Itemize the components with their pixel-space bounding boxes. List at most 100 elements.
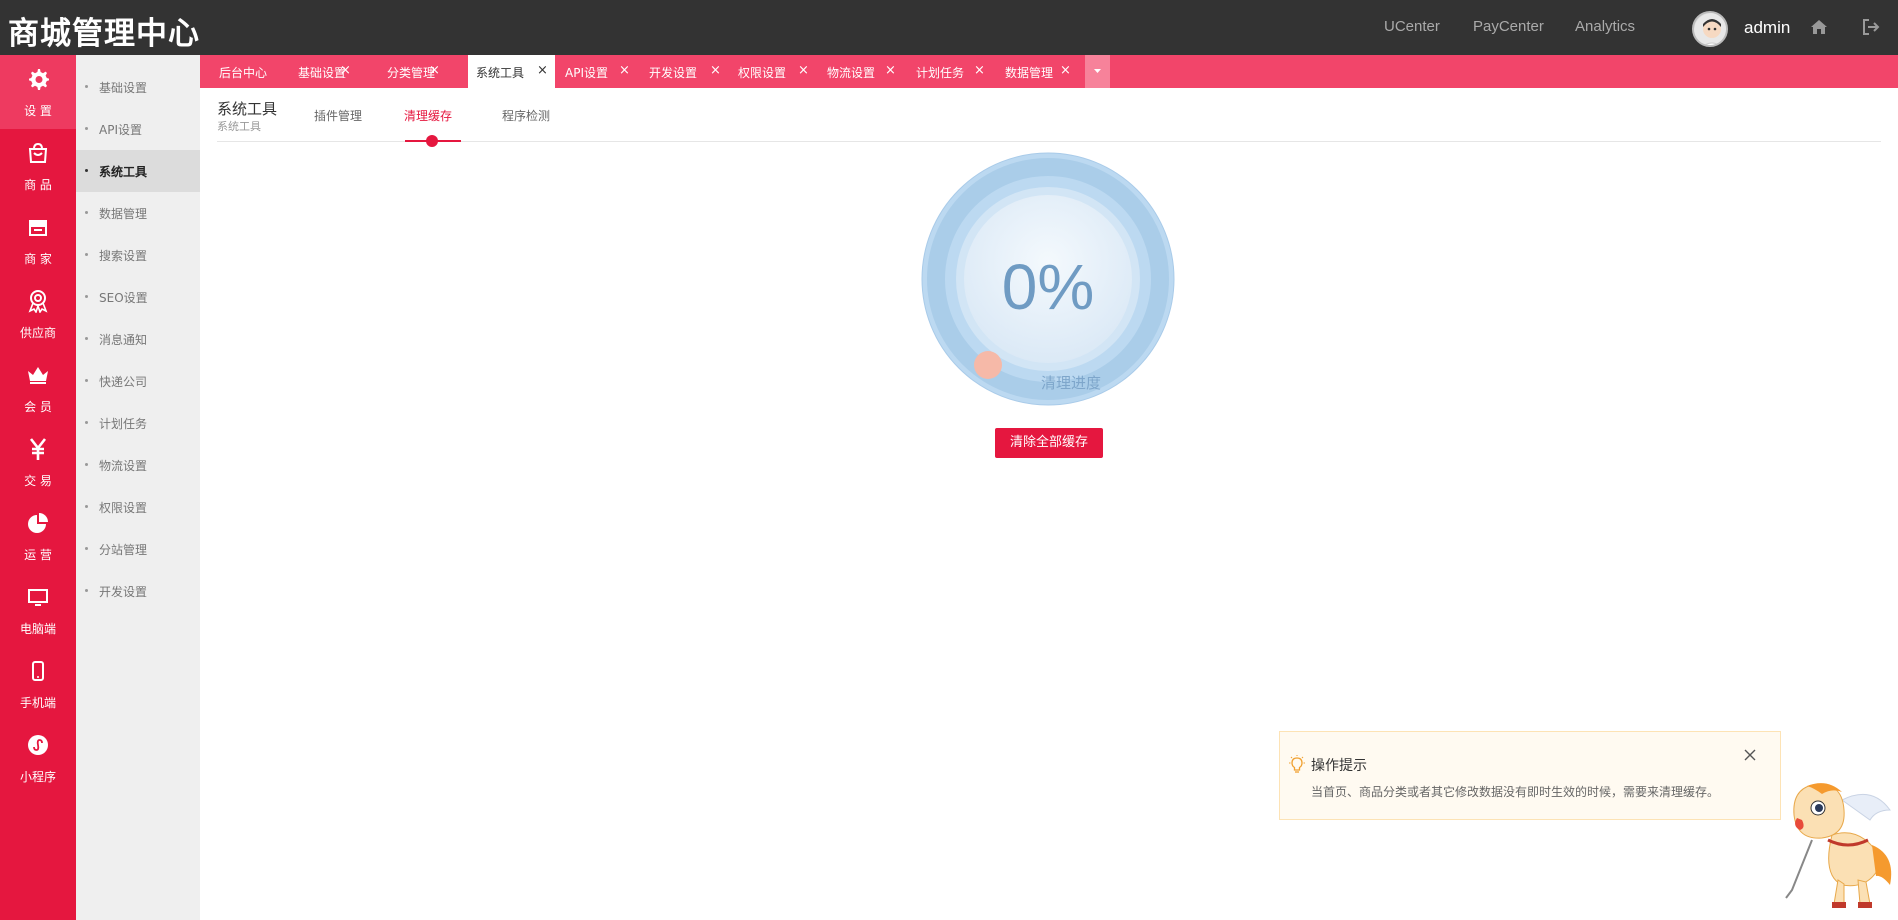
subnav-label: 系统工具	[99, 165, 148, 179]
tab-overflow-button[interactable]	[1085, 55, 1110, 88]
subtab-clear-cache[interactable]: 清理缓存	[404, 107, 452, 124]
caret-down-icon	[1094, 69, 1101, 73]
subnav-item-seo[interactable]: SEO设置	[76, 276, 200, 318]
tab-basic-settings[interactable]: 基础设置 ×	[266, 55, 355, 88]
gauge-percent: 0%	[1001, 251, 1095, 323]
tab-label: 基础设置	[298, 66, 347, 80]
tab-developer[interactable]: 开发设置 ×	[643, 55, 732, 88]
nav-item-members[interactable]: 会 员	[0, 351, 76, 425]
subnav-label: 基础设置	[99, 81, 148, 95]
bullet	[85, 295, 88, 298]
subtab-plugins[interactable]: 插件管理	[314, 107, 362, 124]
yen-icon	[29, 438, 47, 460]
logout-icon[interactable]	[1860, 16, 1882, 38]
nav-item-goods[interactable]: 商 品	[0, 129, 76, 203]
secondary-sidebar: 基础设置 API设置 系统工具 数据管理 搜索设置 SEO设置 消息通知 快递公…	[76, 55, 200, 920]
tab-api-settings[interactable]: API设置 ×	[555, 55, 643, 88]
nav-label: 小程序	[19, 770, 56, 784]
pie-icon	[28, 513, 48, 533]
top-bar: 商城管理中心 UCenter PayCenter Analytics admin	[0, 0, 1898, 55]
gear-icon	[29, 69, 49, 90]
tab-label: API设置	[565, 66, 608, 80]
subnav-item-notifications[interactable]: 消息通知	[76, 318, 200, 360]
subnav-label: SEO设置	[99, 291, 148, 305]
subnav-item-couriers[interactable]: 快递公司	[76, 360, 200, 402]
subnav-item-basic[interactable]: 基础设置	[76, 66, 200, 108]
subnav-item-data[interactable]: 数据管理	[76, 192, 200, 234]
tip-text: 当首页、商品分类或者其它修改数据没有即时生效的时候，需要来清理缓存。	[1311, 785, 1720, 799]
subnav-item-api[interactable]: API设置	[76, 108, 200, 150]
badge-icon	[28, 290, 48, 313]
gauge-label: 清理进度	[1040, 374, 1101, 392]
nav-item-mobile[interactable]: 手机端	[0, 647, 76, 721]
tab-system-tools[interactable]: 系统工具 ×	[468, 55, 555, 88]
close-icon[interactable]: ×	[710, 63, 721, 78]
clear-all-cache-button[interactable]: 清除全部缓存	[995, 428, 1103, 458]
subnav-item-developer[interactable]: 开发设置	[76, 570, 200, 612]
close-icon[interactable]: ×	[340, 63, 351, 78]
close-icon[interactable]: ×	[537, 63, 548, 78]
subnav-label: 分站管理	[99, 543, 148, 557]
link-analytics[interactable]: Analytics	[1575, 18, 1635, 35]
subnav-item-permissions[interactable]: 权限设置	[76, 486, 200, 528]
nav-item-operations[interactable]: 运 营	[0, 499, 76, 573]
close-icon[interactable]: ×	[885, 63, 896, 78]
close-icon[interactable]: ×	[1060, 63, 1071, 78]
nav-item-merchants[interactable]: 商 家	[0, 203, 76, 277]
tip-title: 操作提示	[1311, 758, 1367, 774]
bullet	[85, 253, 88, 256]
nav-item-pc[interactable]: 电脑端	[0, 573, 76, 647]
link-ucenter[interactable]: UCenter	[1384, 18, 1440, 35]
close-icon[interactable]: ×	[429, 63, 440, 78]
tab-label: 数据管理	[1005, 66, 1054, 80]
close-icon[interactable]: ×	[798, 63, 809, 78]
close-icon[interactable]	[1742, 747, 1758, 763]
bullet	[85, 379, 88, 382]
nav-label: 商 品	[24, 178, 52, 192]
crown-icon	[28, 367, 48, 384]
nav-label: 商 家	[24, 252, 52, 266]
subnav-item-scheduled-tasks[interactable]: 计划任务	[76, 402, 200, 444]
tab-permissions[interactable]: 权限设置 ×	[732, 55, 821, 88]
tab-category[interactable]: 分类管理 ×	[355, 55, 443, 88]
mascot-horse-illustration	[1785, 783, 1892, 908]
lightbulb-icon	[1289, 755, 1305, 773]
subtab-program-check[interactable]: 程序检测	[502, 107, 550, 124]
home-icon[interactable]	[1808, 16, 1830, 38]
nav-label: 电脑端	[19, 622, 56, 636]
subnav-item-search[interactable]: 搜索设置	[76, 234, 200, 276]
mini-program-icon	[28, 735, 48, 755]
monitor-icon	[28, 589, 48, 606]
bullet	[85, 337, 88, 340]
subnav-label: API设置	[99, 123, 142, 137]
tab-label: 物流设置	[827, 66, 876, 80]
tab-dashboard[interactable]: 后台中心	[200, 55, 268, 88]
nav-label: 手机端	[19, 696, 56, 710]
nav-item-settings[interactable]: 设 置	[0, 55, 76, 129]
bullet	[85, 463, 88, 466]
username[interactable]: admin	[1744, 18, 1790, 38]
tab-label: 后台中心	[219, 66, 268, 80]
bullet	[85, 505, 88, 508]
nav-item-mini-program[interactable]: 小程序	[0, 721, 76, 795]
subnav-item-substations[interactable]: 分站管理	[76, 528, 200, 570]
close-icon[interactable]: ×	[619, 63, 630, 78]
tab-data-management[interactable]: 数据管理 ×	[998, 55, 1085, 88]
tab-label: 权限设置	[738, 66, 787, 80]
nav-label: 供应商	[19, 326, 56, 340]
link-paycenter[interactable]: PayCenter	[1473, 18, 1544, 35]
nav-label: 设 置	[24, 104, 52, 118]
nav-item-trade[interactable]: 交 易	[0, 425, 76, 499]
subnav-label: 快递公司	[99, 375, 148, 389]
app-logo[interactable]: 商城管理中心	[8, 8, 200, 53]
nav-item-suppliers[interactable]: 供应商	[0, 277, 76, 351]
avatar[interactable]	[1692, 11, 1728, 47]
active-subtab-dot	[426, 135, 438, 147]
close-icon[interactable]: ×	[974, 63, 985, 78]
nav-label: 运 营	[24, 548, 52, 562]
subnav-item-logistics[interactable]: 物流设置	[76, 444, 200, 486]
store-icon	[29, 220, 47, 236]
subnav-item-system-tools[interactable]: 系统工具	[76, 150, 200, 192]
tab-scheduled-tasks[interactable]: 计划任务 ×	[910, 55, 998, 88]
tab-logistics[interactable]: 物流设置 ×	[821, 55, 910, 88]
